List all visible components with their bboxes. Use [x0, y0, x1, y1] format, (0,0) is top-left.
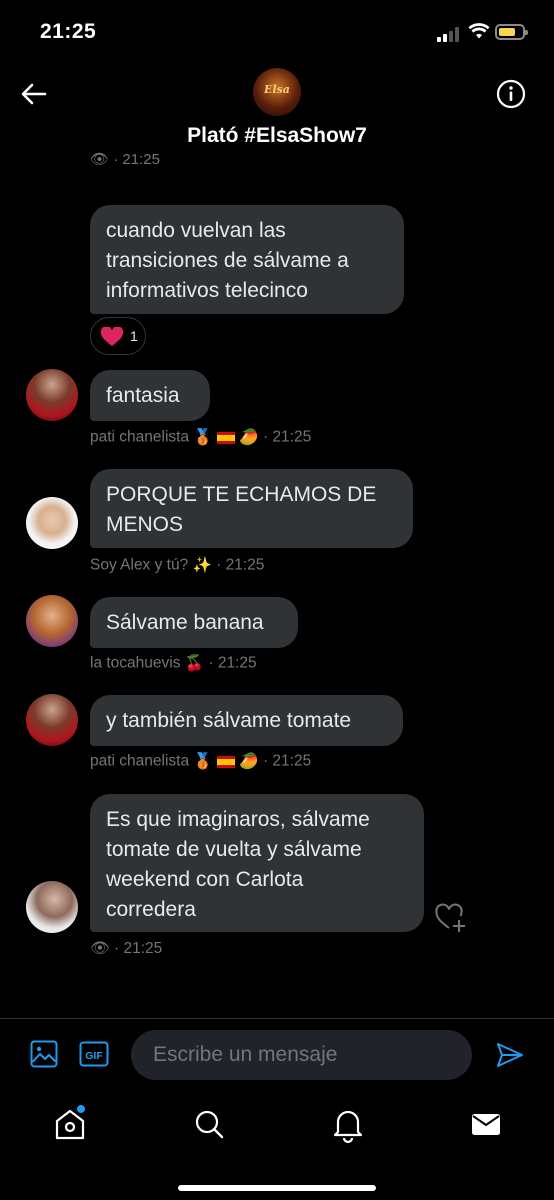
- message-meta: 👁 · 21:25: [90, 939, 162, 958]
- message-bubble[interactable]: cuando vuelvan las transiciones de sálva…: [90, 205, 404, 314]
- sparkles-emoji: ✨: [192, 557, 212, 574]
- message-text-line: Es que imaginaros, sálvame: [106, 808, 370, 831]
- add-reaction-icon[interactable]: [434, 902, 468, 934]
- message-text-line: PORQUE TE ECHAMOS DE: [106, 483, 377, 506]
- message-composer: GIF: [0, 1018, 554, 1097]
- medal-emoji: 🥉: [193, 753, 213, 770]
- messages-icon[interactable]: [466, 1104, 506, 1144]
- battery-icon: [495, 24, 528, 40]
- avatar[interactable]: [26, 694, 78, 746]
- cellular-signal-icon: [437, 26, 463, 42]
- status-bar: 21:25: [0, 0, 554, 64]
- medal-emoji: 🥉: [193, 429, 213, 446]
- status-time: 21:25: [40, 20, 97, 43]
- image-icon[interactable]: [30, 1040, 58, 1068]
- mango-emoji: 🥭: [239, 429, 259, 446]
- cherries-emoji: 🍒: [184, 655, 205, 672]
- wifi-icon: [468, 23, 490, 39]
- message-text-line: transiciones de sálvame a: [106, 249, 349, 272]
- group-avatar-logo: Elsa: [264, 83, 290, 96]
- send-icon[interactable]: [495, 1041, 525, 1069]
- sender-name: la tocahuevis: [90, 654, 181, 672]
- message-bubble[interactable]: fantasia: [90, 370, 210, 421]
- spain-flag-emoji: [217, 755, 236, 768]
- svg-text:GIF: GIF: [85, 1050, 103, 1062]
- message-meta: pati chanelista 🥉 🥭 · 21:25: [90, 428, 311, 447]
- message-bubble[interactable]: Sálvame banana: [90, 597, 298, 648]
- message-text: fantasia: [106, 384, 180, 407]
- message-text-line: cuando vuelvan las: [106, 219, 286, 242]
- search-icon[interactable]: [189, 1104, 229, 1144]
- sender-name: pati chanelista: [90, 752, 190, 770]
- avatar[interactable]: [26, 497, 78, 549]
- avatar[interactable]: [26, 369, 78, 421]
- message-input[interactable]: [131, 1030, 472, 1080]
- message-bubble[interactable]: PORQUE TE ECHAMOS DE MENOS: [90, 469, 413, 548]
- gif-icon[interactable]: GIF: [79, 1041, 109, 1067]
- avatar[interactable]: [26, 881, 78, 933]
- avatar[interactable]: [26, 595, 78, 647]
- group-avatar[interactable]: Elsa: [253, 68, 301, 116]
- conversation-title: Plató #ElsaShow7: [187, 124, 367, 147]
- message-bubble[interactable]: y también sálvame tomate: [90, 695, 403, 746]
- message-text-line: MENOS: [106, 513, 184, 536]
- spain-flag-emoji: [217, 431, 236, 444]
- sender-name: Soy Alex y tú?: [90, 556, 189, 574]
- conversation-header: Elsa Plató #ElsaShow7: [0, 64, 554, 159]
- message-meta: la tocahuevis 🍒 · 21:25: [90, 654, 257, 673]
- back-arrow-icon[interactable]: [18, 78, 50, 110]
- message-text: y también sálvame tomate: [106, 709, 352, 732]
- message-meta: 👁 · 21:25: [90, 151, 160, 168]
- message-text-line: informativos telecinco: [106, 279, 308, 302]
- seen-eye-icon: 👁: [90, 151, 110, 168]
- seen-eye-icon: 👁: [90, 940, 110, 957]
- message-meta: pati chanelista 🥉 🥭 · 21:25: [90, 752, 311, 771]
- message-text-line: weekend con Carlota: [106, 868, 304, 891]
- message-meta: Soy Alex y tú? ✨ · 21:25: [90, 556, 264, 575]
- info-icon[interactable]: [496, 79, 526, 109]
- heart-icon: [100, 327, 124, 346]
- message-text: Sálvame banana: [106, 611, 264, 634]
- message-time: · 21:25: [114, 940, 163, 957]
- notifications-icon[interactable]: [328, 1104, 368, 1144]
- message-text-line: tomate de vuelta y sálvame: [106, 838, 362, 861]
- message-bubble[interactable]: Es que imaginaros, sálvame tomate de vue…: [90, 794, 424, 932]
- message-time: · 21:25: [216, 556, 265, 574]
- message-time: · 21:25: [262, 428, 312, 446]
- reaction-pill[interactable]: 1: [90, 317, 146, 355]
- reaction-count: 1: [130, 328, 138, 344]
- home-indicator: [178, 1185, 376, 1191]
- home-icon[interactable]: [50, 1104, 90, 1144]
- message-text-line: corredera: [106, 898, 196, 921]
- mango-emoji: 🥭: [239, 753, 259, 770]
- sender-name: pati chanelista: [90, 428, 190, 446]
- message-time: · 21:25: [262, 752, 312, 770]
- message-time: · 21:25: [208, 654, 257, 672]
